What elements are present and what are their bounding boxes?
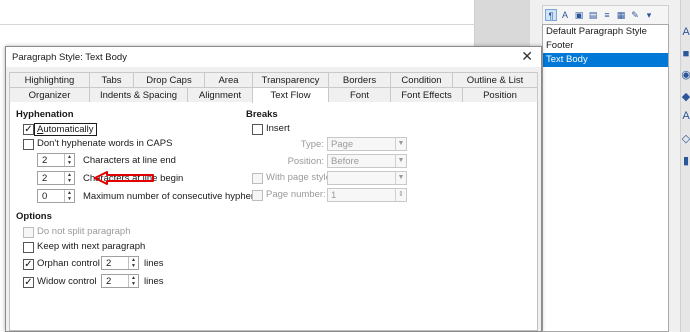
orphan-lines-unit: lines	[144, 258, 164, 269]
spin-down-icon[interactable]: ▼	[65, 178, 74, 184]
red-arrow-annotation	[94, 171, 154, 185]
list-styles-icon[interactable]: ≡	[601, 9, 613, 21]
break-position-value: Before	[331, 156, 359, 167]
character-styles-icon[interactable]: A	[559, 9, 571, 21]
gallery-deck-icon[interactable]: ◉	[681, 68, 690, 81]
tab-font[interactable]: Font	[328, 87, 390, 102]
max-hyphens-stepper[interactable]: 0 ▲ ▼	[37, 189, 75, 203]
tab-drop-caps[interactable]: Drop Caps	[133, 72, 204, 87]
spin-down-icon[interactable]: ▼	[65, 196, 74, 202]
paragraph-styles-icon[interactable]: ¶	[545, 9, 557, 21]
with-page-style-checkbox[interactable]	[252, 173, 263, 184]
manage-changes-icon[interactable]: ◇	[681, 132, 690, 145]
chars-line-begin-stepper[interactable]: 2 ▲ ▼	[37, 171, 75, 185]
insert-break-checkbox[interactable]	[252, 124, 263, 135]
keep-with-next-checkbox[interactable]	[23, 242, 34, 253]
styles-sidebar: ¶ A ▣ ▤ ≡ ▦ ✎ ▾ Default Paragraph Style …	[530, 0, 690, 332]
automatically-checkbox[interactable]: ✓	[23, 124, 34, 135]
tab-transparency[interactable]: Transparency	[252, 72, 328, 87]
orphan-lines-value: 2	[106, 258, 112, 269]
break-position-select[interactable]: Before ▼	[327, 154, 407, 168]
page-style-select[interactable]: ▼	[327, 171, 407, 185]
page-number-checkbox[interactable]	[252, 190, 263, 201]
styles-toolbar: ¶ A ▣ ▤ ≡ ▦ ✎ ▾	[542, 5, 669, 25]
insert-break-label: Insert	[266, 123, 290, 134]
tab-area[interactable]: Area	[204, 72, 252, 87]
page-number-stepper[interactable]: 1 ⇕	[327, 188, 407, 202]
chars-line-end-stepper[interactable]: 2 ▲ ▼	[37, 153, 75, 167]
orphan-control-checkbox[interactable]: ✓	[23, 259, 34, 270]
max-hyphens-value: 0	[42, 191, 48, 202]
options-title: Options	[16, 211, 52, 222]
break-type-label: Type:	[300, 139, 324, 150]
dont-hyphenate-caps-label: Don't hyphenate words in CAPS	[37, 138, 173, 149]
page-styles-icon[interactable]: ▤	[587, 9, 599, 21]
widow-control-label: Widow control	[37, 276, 97, 287]
tab-position[interactable]: Position	[462, 87, 538, 102]
widow-lines-stepper[interactable]: 2 ▲ ▼	[101, 274, 139, 288]
max-hyphens-label: Maximum number of consecutive hyphens	[83, 191, 261, 202]
widow-lines-unit: lines	[144, 276, 164, 287]
styles-deck-icon[interactable]: A	[681, 26, 690, 38]
breaks-title: Breaks	[246, 109, 278, 120]
table-styles-icon[interactable]: ▦	[615, 9, 627, 21]
dialog-title: Paragraph Style: Text Body	[12, 52, 127, 63]
automatically-label: Automatically	[34, 123, 97, 136]
dialog-titlebar[interactable]: Paragraph Style: Text Body ✕	[6, 47, 541, 67]
orphan-control-label: Orphan control	[37, 258, 100, 269]
spin-down-icon[interactable]: ▼	[65, 160, 74, 166]
frame-styles-icon[interactable]: ▣	[573, 9, 585, 21]
design-deck-icon[interactable]: ▮	[681, 154, 690, 167]
tab-outline-list[interactable]: Outline & List	[452, 72, 538, 87]
keep-with-next-label: Keep with next paragraph	[37, 241, 146, 252]
tab-indents-spacing[interactable]: Indents & Spacing	[89, 87, 187, 102]
do-not-split-checkbox[interactable]	[23, 227, 34, 238]
chars-line-end-value: 2	[42, 155, 48, 166]
do-not-split-label: Do not split paragraph	[37, 226, 131, 237]
tab-highlighting[interactable]: Highlighting	[9, 72, 89, 87]
style-item-default[interactable]: Default Paragraph Style	[543, 25, 668, 39]
spin-down-icon[interactable]: ▼	[129, 263, 138, 269]
chevron-down-icon: ▼	[395, 155, 406, 167]
page-deck-icon[interactable]: A	[681, 110, 690, 122]
orphan-lines-stepper[interactable]: 2 ▲ ▼	[101, 256, 139, 270]
tab-tabs[interactable]: Tabs	[89, 72, 133, 87]
tab-font-effects[interactable]: Font Effects	[390, 87, 462, 102]
break-type-value: Page	[331, 139, 354, 150]
hyphenation-title: Hyphenation	[16, 109, 74, 120]
chevron-down-icon: ⇕	[395, 189, 406, 201]
break-type-select[interactable]: Page ▼	[327, 137, 407, 151]
sidebar-tab-strip: A ■ ◉ ◆ A ◇ ▮	[680, 0, 690, 332]
text-flow-panel	[9, 102, 538, 331]
with-page-style-label: With page style:	[266, 172, 334, 183]
page-number-value: 1	[331, 190, 337, 201]
style-item-text-body[interactable]: Text Body	[543, 53, 668, 67]
tab-organizer[interactable]: Organizer	[9, 87, 89, 102]
break-position-label: Position:	[287, 156, 324, 167]
page-number-label: Page number:	[266, 189, 326, 200]
properties-deck-icon[interactable]: ■	[681, 48, 690, 60]
fill-format-icon[interactable]: ✎	[629, 9, 641, 21]
new-style-icon[interactable]: ▾	[643, 9, 655, 21]
dont-hyphenate-caps-checkbox[interactable]	[23, 139, 34, 150]
tab-condition[interactable]: Condition	[390, 72, 452, 87]
style-item-footer[interactable]: Footer	[543, 39, 668, 53]
tab-alignment[interactable]: Alignment	[187, 87, 252, 102]
style-list: Default Paragraph Style Footer Text Body	[542, 24, 669, 332]
chars-line-begin-value: 2	[42, 173, 48, 184]
widow-control-checkbox[interactable]: ✓	[23, 277, 34, 288]
tab-text-flow[interactable]: Text Flow	[252, 87, 328, 103]
widow-lines-value: 2	[106, 276, 112, 287]
chars-line-end-label: Characters at line end	[83, 155, 176, 166]
navigator-deck-icon[interactable]: ◆	[681, 90, 690, 103]
tab-borders[interactable]: Borders	[328, 72, 390, 87]
spin-down-icon[interactable]: ▼	[129, 281, 138, 287]
paragraph-style-dialog: Paragraph Style: Text Body ✕ Highlightin…	[5, 46, 542, 332]
chevron-down-icon: ▼	[395, 138, 406, 150]
chevron-down-icon: ▼	[395, 172, 406, 184]
page-margin-line	[0, 24, 475, 25]
close-icon[interactable]: ✕	[521, 49, 533, 63]
